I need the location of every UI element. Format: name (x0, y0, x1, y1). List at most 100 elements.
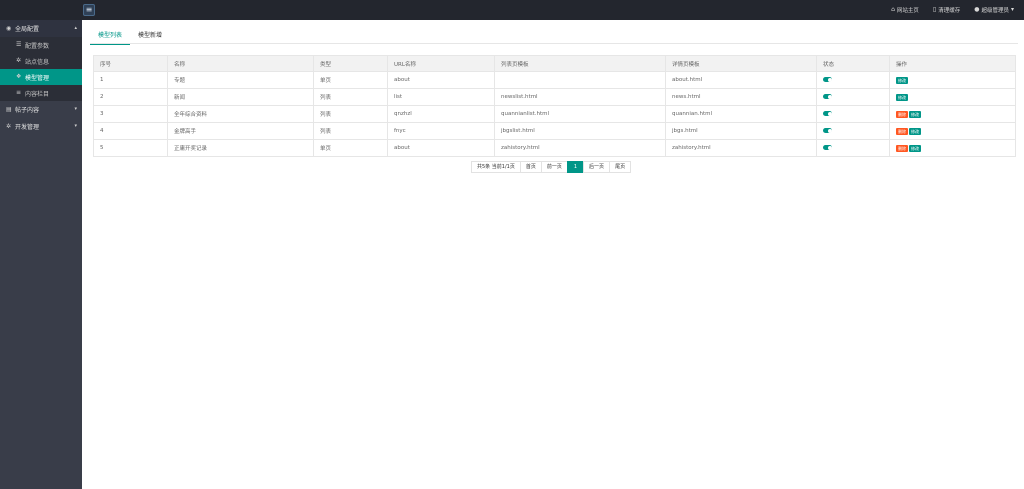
cell-url: qnzhzl (387, 105, 495, 123)
tab-model-add[interactable]: 模型新增 (130, 28, 170, 44)
cell-name: 正庸开奖记录 (167, 139, 314, 157)
cell-actions: 修改 (889, 71, 1016, 89)
cell-name: 全年综合资料 (167, 105, 314, 123)
user-menu[interactable]: ● 超级管理员 ▾ (974, 6, 1014, 15)
header-cell: 序号 (93, 55, 168, 72)
header-cell: 类型 (313, 55, 388, 72)
edit-button[interactable]: 修改 (909, 127, 921, 135)
sidebar-item-label: 站点信息 (25, 58, 50, 66)
cell-url: fnyc (387, 122, 495, 140)
file-icon: ▤ (6, 105, 12, 113)
status-toggle[interactable] (823, 128, 832, 133)
pagination-prev[interactable]: 前一页 (540, 161, 568, 173)
cell-type: 列表 (313, 122, 388, 140)
cell-id: 2 (93, 88, 168, 106)
site-home-link[interactable]: ⌂ 网站主页 (891, 6, 919, 15)
cell-url: about (387, 71, 495, 89)
cell-list-template: quannianlist.html (494, 105, 666, 123)
edit-button[interactable]: 修改 (909, 110, 921, 118)
sidebar-group-post-content[interactable]: ▤ 帖子内容 ▾ (0, 101, 82, 118)
globe-icon: ◉ (6, 24, 12, 32)
clear-cache-link[interactable]: ▯ 清理缓存 (932, 6, 961, 15)
sidebar-group-dev-manage[interactable]: ✲ 开发管理 ▾ (0, 118, 82, 135)
caret-up-icon: ▴ (74, 25, 77, 31)
trash-icon: ▯ (932, 6, 937, 13)
table-row: 3 全年综合资料 列表 qnzhzl quannianlist.html qua… (93, 105, 1016, 123)
cell-actions: 修改 (889, 88, 1016, 106)
pagination-first[interactable]: 首页 (519, 161, 542, 173)
cell-detail-template: about.html (665, 71, 817, 89)
hamburger-icon[interactable]: ≡ (83, 4, 95, 16)
clear-cache-label: 清理缓存 (938, 8, 961, 14)
caret-down-icon: ▾ (74, 106, 77, 112)
home-icon: ⌂ (891, 6, 895, 13)
cell-actions: 删除 修改 (889, 139, 1016, 157)
grid-icon: ❖ (16, 73, 22, 80)
table-row: 5 正庸开奖记录 单页 about zahistory.html zahisto… (93, 139, 1016, 157)
table-header-row: 序号 名称 类型 URL名称 列表页模板 详情页模板 状态 操作 (93, 55, 1016, 72)
cell-actions: 删除 修改 (889, 105, 1016, 123)
tab-bar: 模型列表 模型新增 (90, 28, 1018, 45)
edit-button[interactable]: 修改 (896, 76, 908, 84)
cell-name: 专题 (167, 71, 314, 89)
sidebar: ◉ 全局配置 ▴ ☰ 配置参数 ✲ 站点信息 ❖ 模型管理 ≡ 内容栏目 ▤ 帖… (0, 20, 82, 489)
caret-down-icon: ▾ (1010, 6, 1014, 13)
table-row: 1 专题 单页 about about.html 修改 (93, 71, 1016, 89)
table-row: 2 新闻 列表 list newslist.html news.html 修改 (93, 88, 1016, 106)
cell-actions: 删除 修改 (889, 122, 1016, 140)
sidebar-group-global-config[interactable]: ◉ 全局配置 ▴ (0, 20, 82, 37)
cell-url: about (387, 139, 495, 157)
status-toggle[interactable] (823, 77, 832, 82)
header-cell: 详情页模板 (665, 55, 817, 72)
header-cell: 操作 (889, 55, 1016, 72)
delete-button[interactable]: 删除 (896, 127, 908, 135)
cell-status (816, 122, 890, 140)
status-toggle[interactable] (823, 111, 832, 116)
status-toggle[interactable] (823, 94, 832, 99)
tab-model-list[interactable]: 模型列表 (90, 28, 131, 45)
header-cell: 名称 (167, 55, 314, 72)
cell-list-template (494, 71, 666, 89)
cell-type: 列表 (313, 105, 388, 123)
sidebar-item-model-manage[interactable]: ❖ 模型管理 (0, 69, 82, 85)
cell-url: list (387, 88, 495, 106)
cell-detail-template: quannian.html (665, 105, 817, 123)
cell-list-template: jbgslist.html (494, 122, 666, 140)
pagination-next[interactable]: 后一页 (583, 161, 611, 173)
pagination: 共5条 当前1/1页 首页 前一页 1 后一页 尾页 (471, 161, 632, 173)
top-links: ⌂ 网站主页 ▯ 清理缓存 ● 超级管理员 ▾ (891, 0, 1014, 20)
delete-button[interactable]: 删除 (896, 110, 908, 118)
cell-status (816, 71, 890, 89)
cell-name: 金牌高手 (167, 122, 314, 140)
caret-down-icon: ▾ (74, 123, 77, 129)
user-icon: ● (974, 6, 980, 13)
cell-type: 单页 (313, 139, 388, 157)
cell-detail-template: jbgs.html (665, 122, 817, 140)
delete-button[interactable]: 删除 (896, 144, 908, 152)
cell-detail-template: news.html (665, 88, 817, 106)
sidebar-item-site-info[interactable]: ✲ 站点信息 (0, 53, 82, 69)
pagination-last[interactable]: 尾页 (609, 161, 632, 173)
edit-button[interactable]: 修改 (896, 93, 908, 101)
cell-id: 4 (93, 122, 168, 140)
pagination-current[interactable]: 1 (566, 161, 585, 173)
cell-list-template: zahistory.html (494, 139, 666, 157)
table-row: 4 金牌高手 列表 fnyc jbgslist.html jbgs.html 删… (93, 122, 1016, 140)
cell-id: 1 (93, 71, 168, 89)
cell-status (816, 105, 890, 123)
header-cell: 状态 (816, 55, 890, 72)
sidebar-item-config-params[interactable]: ☰ 配置参数 (0, 37, 82, 53)
user-name: 超级管理员 (981, 8, 1009, 14)
sidebar-item-content-columns[interactable]: ≡ 内容栏目 (0, 85, 82, 101)
edit-button[interactable]: 修改 (909, 144, 921, 152)
cell-status (816, 139, 890, 157)
list-icon: ≡ (16, 89, 22, 96)
main-content: 模型列表 模型新增 序号 名称 类型 URL名称 列表页模板 详情页模板 状态 … (90, 28, 1018, 173)
status-toggle[interactable] (823, 145, 832, 150)
sidebar-group-label: 帖子内容 (15, 107, 40, 114)
pagination-summary: 共5条 当前1/1页 (471, 161, 521, 173)
cell-detail-template: zahistory.html (665, 139, 817, 157)
cell-status (816, 88, 890, 106)
site-home-label: 网站主页 (896, 8, 919, 14)
gear-icon: ✲ (6, 122, 12, 130)
